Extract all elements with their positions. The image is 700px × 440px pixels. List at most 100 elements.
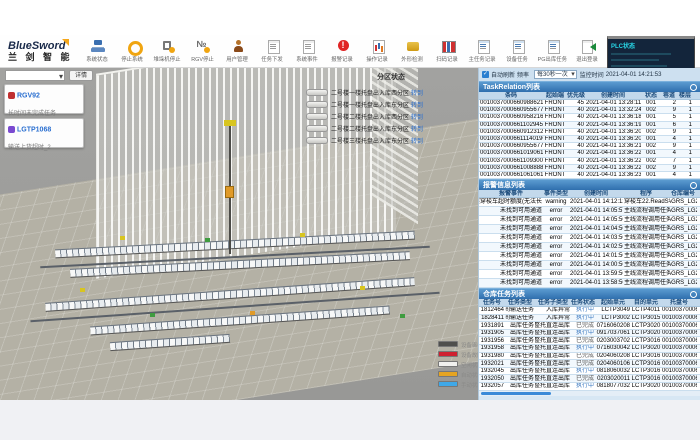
table-row[interactable]: 1932057出库任务整托直连出库执行中0818077032LCTP302000…: [479, 383, 700, 391]
zone-goto-link[interactable]: 转到: [411, 100, 423, 109]
column-header[interactable]: 目的单元: [631, 299, 661, 306]
table-row[interactable]: 未找到可用通道error2021-04-01 14:00:56主线流程调用任务请…: [479, 261, 700, 270]
table-cell: 整托直连出库: [535, 383, 571, 390]
table-row[interactable]: 1812464库间输送任务入库异常执行中LCTP3049LCTP40110010…: [479, 307, 700, 315]
column-header[interactable]: 创建时间: [585, 92, 641, 99]
column-header[interactable]: 任务号: [479, 299, 505, 306]
table-cell: AGRS_LG2: [669, 225, 697, 233]
alert-filter-select[interactable]: [5, 70, 65, 81]
column-header[interactable]: 状态: [641, 92, 661, 99]
toolbar-item-13[interactable]: PG出库任务: [535, 39, 570, 63]
column-header[interactable]: 楼层: [677, 92, 693, 99]
toolbar-item-10[interactable]: 扫码记录: [430, 39, 465, 63]
warehouse-3d-viewport[interactable]: 详情 RGV92 长时间未完成任务 LGTP1068 输送上货超时_2 分区状态…: [0, 68, 478, 400]
column-header[interactable]: 起始单元: [595, 299, 631, 306]
zone-goto-link[interactable]: 转到: [411, 88, 423, 97]
column-header[interactable]: 报警事件: [479, 190, 543, 197]
column-header[interactable]: 程序: [623, 190, 669, 197]
toolbar-item-12[interactable]: 设备任务: [500, 39, 535, 63]
table-row[interactable]: 00100370006610190619FRONT402021-04-01 13…: [479, 150, 700, 157]
column-header[interactable]: 巷道: [661, 92, 677, 99]
refresh-frequency-select[interactable]: 每30秒一次: [534, 70, 577, 79]
toolbar-item-8[interactable]: 操作记录: [360, 39, 395, 63]
alert-card-rgv[interactable]: RGV92 长时间未完成任务: [4, 84, 84, 114]
auto-refresh-label: 自动刷新: [491, 70, 515, 79]
toolbar-item-4[interactable]: 用户管理: [220, 39, 255, 63]
gear-icon[interactable]: [690, 84, 697, 91]
zone-status-pill[interactable]: [306, 113, 328, 120]
toolbar-item-7[interactable]: 报警记录: [325, 39, 360, 63]
table-row[interactable]: 00100370006611029457FRONT402021-04-01 13…: [479, 122, 700, 129]
table-cell: 40: [567, 150, 585, 156]
zone-goto-link[interactable]: 转到: [411, 112, 423, 121]
column-header[interactable]: 任务子类型: [535, 299, 571, 306]
table-row[interactable]: 未找到可用通道error2021-04-01 13:59:56主线流程调用任务请…: [479, 270, 700, 279]
toolbar-item-9[interactable]: 外形检测: [395, 39, 430, 63]
toolbar-item-6[interactable]: 系统事件: [290, 39, 325, 63]
table-cell: 主线流程调用任务请求: [623, 207, 669, 215]
profile-check-icon: [405, 39, 421, 53]
table-row[interactable]: 00100370006610610613FRONT402021-04-01 13…: [479, 172, 700, 179]
gear-icon[interactable]: [690, 182, 697, 189]
gear-icon[interactable]: [690, 291, 697, 298]
table-row[interactable]: 1931958出库任务整托直连出库执行中0716030042LCTP302000…: [479, 345, 700, 353]
table-row[interactable]: 未找到可用通道error2021-04-01 14:01:56主线流程调用任务请…: [479, 252, 700, 261]
table-row[interactable]: 1931905出库任务整托直连出库执行中0917037061LCTP302000…: [479, 330, 700, 338]
table-row[interactable]: 1932050出库任务整托直连出库已完成0203020011LCTP301600…: [479, 375, 700, 383]
legend-row: 自动状态: [438, 369, 478, 379]
table-row[interactable]: 00100370006609556770FRONT402021-04-01 13…: [479, 107, 700, 114]
toolbar-item-label: PG出库任务: [538, 54, 567, 62]
column-header[interactable]: 创建时间: [569, 190, 623, 197]
column-header[interactable]: 任务状态: [571, 299, 595, 306]
scrollbar-thumb[interactable]: [481, 392, 551, 395]
table-row[interactable]: 2号七层穿梭车超时额度(无法长warning2021-04-01 14:12:1…: [479, 198, 700, 207]
zone-status-pill[interactable]: [306, 137, 328, 144]
table-row[interactable]: 1828411库间输送任务入库异常执行中LCTP3002LCTP30150010…: [479, 315, 700, 323]
alert-card-lctp[interactable]: LGTP1068 输送上货超时_2: [4, 118, 84, 148]
table-row[interactable]: 未找到可用通道error2021-04-01 14:04:56主线流程调用任务请…: [479, 225, 700, 234]
toolbar-item-1[interactable]: 停止系统: [115, 39, 150, 63]
zone-status-pill[interactable]: [306, 101, 328, 108]
zone-goto-link[interactable]: 转到: [411, 136, 423, 145]
table-row[interactable]: 未找到可用通道error2021-04-01 14:03:56主线流程调用任务请…: [479, 234, 700, 243]
toolbar-item-0[interactable]: 系统状态: [80, 39, 115, 63]
table-row[interactable]: 00100370006609582162FRONT402021-04-01 13…: [479, 114, 700, 121]
table-row[interactable]: 00100370006611093005FRONT402021-04-01 13…: [479, 158, 700, 165]
toolbar-item-3[interactable]: RGV停止: [185, 39, 220, 63]
column-header[interactable]: 任务类型: [505, 299, 535, 306]
table-row[interactable]: 未找到可用通道error2021-04-01 14:05:56主线流程调用任务请…: [479, 216, 700, 225]
column-header[interactable]: 事件类型: [543, 190, 569, 197]
table-row[interactable]: 未找到可用通道error2021-04-01 14:05:57主线流程调用任务请…: [479, 207, 700, 216]
table-row[interactable]: 00100370006609556770FRONT402021-04-01 13…: [479, 143, 700, 150]
toolbar-item-5[interactable]: 任务下发: [255, 39, 290, 63]
table-row[interactable]: 00100370006610088881FRONT402021-04-01 13…: [479, 165, 700, 172]
table-row[interactable]: 00100370006609123123FRONT402021-04-01 13…: [479, 129, 700, 136]
toolbar-item-2[interactable]: 堆垛机停止: [150, 39, 185, 63]
column-header[interactable]: 优先级: [567, 92, 585, 99]
column-header[interactable]: 仓库编号: [669, 190, 697, 197]
plc-status-row: [611, 53, 671, 55]
table-row[interactable]: 00100370006611140190FRONT402021-04-01 13…: [479, 136, 700, 143]
table-row[interactable]: 00100370006609886219FRONT452021-04-01 13…: [479, 100, 700, 107]
column-header[interactable]: 条码: [479, 92, 543, 99]
column-header[interactable]: 起始端: [543, 92, 567, 99]
table-row[interactable]: 1931891出库任务整托直连出库已完成0716060208LCTP302000…: [479, 322, 700, 330]
zone-label: 二号楼二楼托盘出入库东分区: [331, 124, 409, 133]
marker-ok: [150, 313, 155, 317]
monitor-time-value: 2021-04-01 14:21:53: [606, 72, 662, 78]
table-row[interactable]: 未找到可用通道error2021-04-01 13:58:56主线流程调用任务请…: [479, 279, 700, 288]
horizontal-scrollbar[interactable]: [479, 391, 700, 396]
auto-refresh-checkbox[interactable]: ✓: [482, 71, 489, 78]
zone-status-pill[interactable]: [306, 125, 328, 132]
table-row[interactable]: 1931980出库任务整托直连出库已完成0204060208LCTP301600…: [479, 353, 700, 361]
table-row[interactable]: 1931956出库任务整托直连出库已完成0203003702LCTP301600…: [479, 337, 700, 345]
zone-status-pill[interactable]: [306, 89, 328, 96]
zone-goto-link[interactable]: 转到: [411, 124, 423, 133]
table-row[interactable]: 1932021出库任务整托直连出库已完成0204060106LCTP301600…: [479, 360, 700, 368]
column-header[interactable]: 托盘号: [661, 299, 697, 306]
detail-button[interactable]: 详情: [69, 70, 93, 81]
toolbar-item-14[interactable]: 退出登录: [570, 39, 605, 63]
table-row[interactable]: 未找到可用通道error2021-04-01 14:02:56主线流程调用任务请…: [479, 243, 700, 252]
toolbar-item-11[interactable]: 主任务记录: [465, 39, 500, 63]
table-row[interactable]: 1932045出库任务整托直连出库执行中0818060032LCTP301600…: [479, 368, 700, 376]
